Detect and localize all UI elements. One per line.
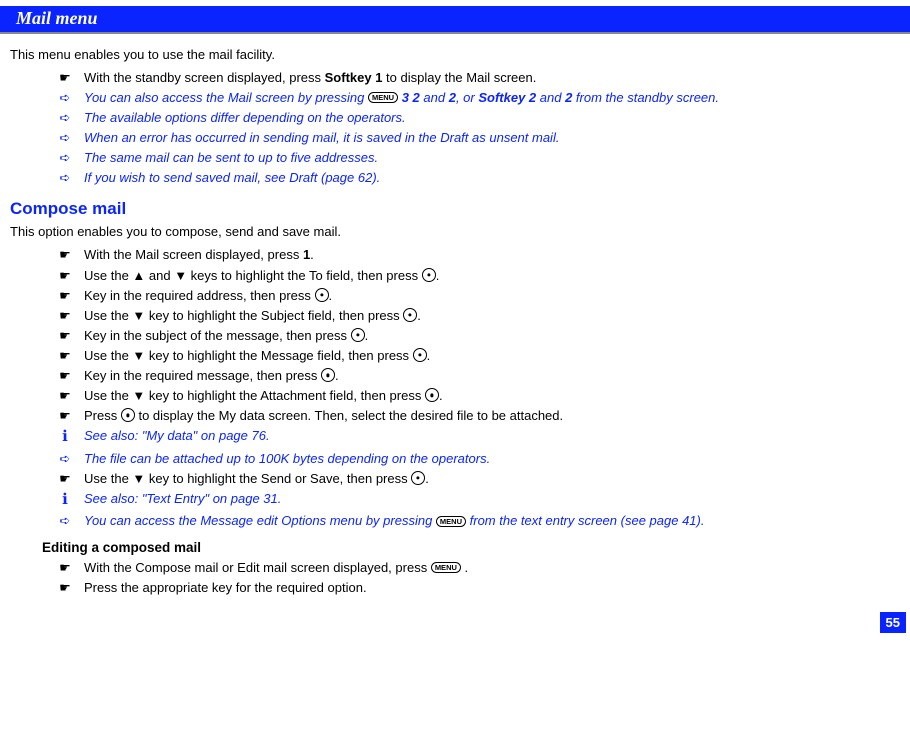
item-text: You can also access the Mail screen by p… [84, 89, 900, 107]
nav-key-icon [315, 288, 329, 302]
item-text: When an error has occurred in sending ma… [84, 129, 900, 147]
list-item: ➪ If you wish to send saved mail, see Dr… [56, 169, 900, 187]
item-text: Press to display the My data screen. The… [84, 407, 900, 425]
nav-key-icon [411, 471, 425, 485]
pointer-icon: ☛ [56, 347, 74, 365]
list-item: ☛ Key in the required address, then pres… [56, 287, 900, 305]
pointer-icon: ☛ [56, 327, 74, 345]
compose-paragraph: This option enables you to compose, send… [10, 223, 900, 241]
nav-key-icon [351, 328, 365, 342]
item-text: The available options differ depending o… [84, 109, 900, 127]
list-item: ➪ The file can be attached up to 100K by… [56, 450, 900, 468]
nav-key-icon [425, 388, 439, 402]
see-also-icon: ℹ [56, 490, 74, 510]
list-item: ☛ Key in the required message, then pres… [56, 367, 900, 385]
nav-key-icon [321, 368, 335, 382]
nav-key-icon [403, 308, 417, 322]
pointer-icon: ☛ [56, 69, 74, 87]
section-title-compose: Compose mail [10, 199, 900, 219]
item-text: See also: "My data" on page 76. [84, 427, 900, 445]
header-title: Mail menu [16, 8, 98, 28]
item-text: Press the appropriate key for the requir… [84, 579, 900, 597]
page-footer: 55 [0, 607, 910, 637]
list-item: ➪ You can also access the Mail screen by… [56, 89, 900, 107]
list-item: ℹ See also: "My data" on page 76. [56, 427, 900, 447]
note-arrow-icon: ➪ [56, 129, 74, 147]
note-arrow-icon: ➪ [56, 89, 74, 107]
pointer-icon: ☛ [56, 387, 74, 405]
list-item: ☛ With the Compose mail or Edit mail scr… [56, 559, 900, 577]
nav-key-icon [413, 348, 427, 362]
pointer-icon: ☛ [56, 407, 74, 425]
note-arrow-icon: ➪ [56, 149, 74, 167]
pointer-icon: ☛ [56, 287, 74, 305]
edit-list: ☛ With the Compose mail or Edit mail scr… [56, 559, 900, 597]
item-text: If you wish to send saved mail, see Draf… [84, 169, 900, 187]
list-item: ➪ You can access the Message edit Option… [56, 512, 900, 530]
list-item: ☛ Key in the subject of the message, the… [56, 327, 900, 345]
list-item: ☛ Use the ▲ and ▼ keys to highlight the … [56, 267, 900, 285]
item-text: Key in the subject of the message, then … [84, 327, 900, 345]
list-item: ☛ Use the ▼ key to highlight the Subject… [56, 307, 900, 325]
subheading-editing: Editing a composed mail [42, 540, 900, 555]
page-header: Mail menu [0, 6, 910, 34]
item-text: The same mail can be sent to up to five … [84, 149, 900, 167]
intro-list: ☛ With the standby screen displayed, pre… [56, 69, 900, 187]
item-text: Key in the required address, then press … [84, 287, 900, 305]
pointer-icon: ☛ [56, 470, 74, 488]
list-item: ➪ When an error has occurred in sending … [56, 129, 900, 147]
item-text: You can access the Message edit Options … [84, 512, 900, 530]
list-item: ☛ Use the ▼ key to highlight the Send or… [56, 470, 900, 488]
compose-list: ☛ With the Mail screen displayed, press … [56, 246, 900, 530]
pointer-icon: ☛ [56, 246, 74, 264]
pointer-icon: ☛ [56, 367, 74, 385]
item-text: Use the ▼ key to highlight the Send or S… [84, 470, 900, 488]
item-text: Use the ▼ key to highlight the Subject f… [84, 307, 900, 325]
see-also-icon: ℹ [56, 427, 74, 447]
item-text: With the Compose mail or Edit mail scree… [84, 559, 900, 577]
item-text: Use the ▲ and ▼ keys to highlight the To… [84, 267, 900, 285]
list-item: ☛ Use the ▼ key to highlight the Attachm… [56, 387, 900, 405]
item-text: The file can be attached up to 100K byte… [84, 450, 900, 468]
item-text: See also: "Text Entry" on page 31. [84, 490, 900, 508]
item-text: Use the ▼ key to highlight the Message f… [84, 347, 900, 365]
pointer-icon: ☛ [56, 559, 74, 577]
menu-key-icon: MENU [436, 516, 466, 527]
page-content: This menu enables you to use the mail fa… [0, 34, 910, 608]
list-item: ☛ Press to display the My data screen. T… [56, 407, 900, 425]
intro-paragraph: This menu enables you to use the mail fa… [10, 46, 900, 64]
page-number: 55 [880, 612, 906, 633]
item-text: With the standby screen displayed, press… [84, 69, 900, 87]
list-item: ☛ With the standby screen displayed, pre… [56, 69, 900, 87]
pointer-icon: ☛ [56, 579, 74, 597]
note-arrow-icon: ➪ [56, 450, 74, 468]
pointer-icon: ☛ [56, 267, 74, 285]
list-item: ☛ Press the appropriate key for the requ… [56, 579, 900, 597]
list-item: ➪ The available options differ depending… [56, 109, 900, 127]
menu-key-icon: MENU [368, 92, 398, 103]
list-item: ℹ See also: "Text Entry" on page 31. [56, 490, 900, 510]
list-item: ➪ The same mail can be sent to up to fiv… [56, 149, 900, 167]
item-text: Key in the required message, then press … [84, 367, 900, 385]
pointer-icon: ☛ [56, 307, 74, 325]
list-item: ☛ Use the ▼ key to highlight the Message… [56, 347, 900, 365]
list-item: ☛ With the Mail screen displayed, press … [56, 246, 900, 264]
item-text: Use the ▼ key to highlight the Attachmen… [84, 387, 900, 405]
nav-key-icon [422, 268, 436, 282]
note-arrow-icon: ➪ [56, 109, 74, 127]
note-arrow-icon: ➪ [56, 169, 74, 187]
menu-key-icon: MENU [431, 562, 461, 573]
nav-key-icon [121, 408, 135, 422]
note-arrow-icon: ➪ [56, 512, 74, 530]
item-text: With the Mail screen displayed, press 1. [84, 246, 900, 264]
